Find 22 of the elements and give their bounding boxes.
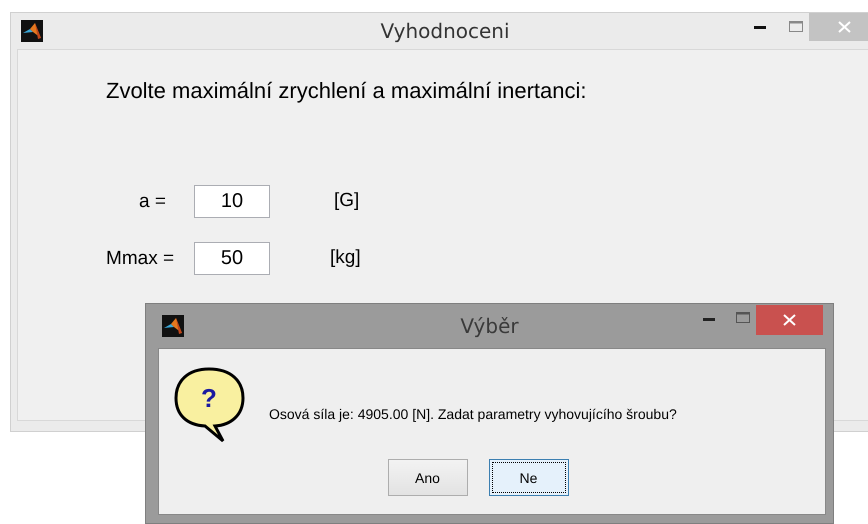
field-label: a = — [138, 190, 167, 212]
close-icon — [783, 314, 796, 326]
close-icon — [838, 21, 850, 33]
field-label: Mmax = — [106, 248, 176, 270]
maximize-icon — [789, 20, 803, 32]
app-logo-icon — [21, 20, 43, 42]
window-title: Vyhodnoceni — [380, 19, 510, 43]
dialog-button[interactable]: Ano — [388, 459, 468, 496]
prompt-text: Zvolte maximální zrychlení a maximální inertanci: — [106, 78, 588, 104]
unit-label: [kg] — [330, 246, 361, 270]
input-field[interactable]: 10 — [194, 185, 270, 218]
dialog-button[interactable]: Ne — [488, 459, 568, 496]
unit-label: [G] — [334, 189, 360, 214]
input-field[interactable]: 50 — [194, 242, 270, 275]
dialog-title: Výběr — [460, 314, 519, 338]
app-logo-icon — [162, 315, 184, 337]
maximize-icon — [736, 312, 750, 322]
close-button[interactable] — [756, 305, 823, 335]
question-mark: ? — [201, 383, 217, 413]
message-text: Osová síla je: 4905.00 [N]. Zadat parametry vyhovujícího šroubu? — [269, 406, 677, 422]
minimize-icon — [703, 318, 715, 320]
minimize-icon — [754, 26, 766, 28]
